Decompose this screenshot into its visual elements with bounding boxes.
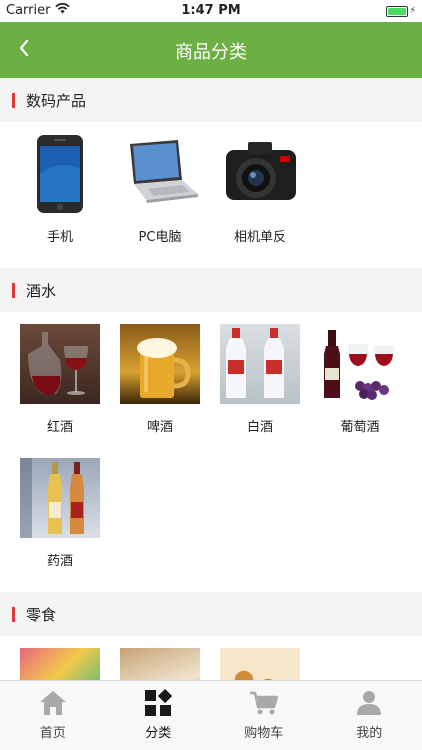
- category-list[interactable]: 数码产品 手机 PC电脑 相机单反 酒水 红酒 啤酒 白酒 葡萄酒 药酒 零食: [0, 78, 422, 680]
- grape-wine-image: [320, 324, 400, 404]
- section-header-snacks: 零食: [0, 592, 422, 636]
- medicinal-wine-image: [20, 458, 100, 538]
- battery-fill: [388, 7, 406, 15]
- section-grid-drinks: 红酒 啤酒 白酒 葡萄酒 药酒: [0, 312, 422, 592]
- category-item-medicinal-wine[interactable]: 药酒: [20, 458, 120, 592]
- candy-image: [20, 648, 100, 680]
- category-icon: [143, 688, 173, 718]
- category-label: PC电脑: [138, 230, 182, 245]
- category-item-pc[interactable]: PC电脑: [120, 134, 220, 268]
- category-label: 红酒: [46, 420, 73, 435]
- section-accent-bar: [12, 606, 15, 622]
- status-bar: Carrier 1:47 PM ⚡: [0, 0, 422, 22]
- laptop-image: [120, 134, 200, 214]
- category-item-red-wine[interactable]: 红酒: [20, 324, 120, 458]
- phone-image: [20, 134, 100, 214]
- section-title: 数码产品: [26, 91, 87, 110]
- user-icon: [354, 688, 384, 718]
- section-title: 酒水: [26, 281, 57, 300]
- section-title: 零食: [26, 605, 57, 624]
- category-item-snack-candy[interactable]: [20, 648, 120, 680]
- section-grid-snacks: [0, 636, 422, 680]
- category-item-snack-cake[interactable]: [120, 648, 220, 680]
- category-label: 啤酒: [146, 420, 173, 435]
- tab-profile[interactable]: 我的: [317, 681, 422, 750]
- charging-bolt-icon: ⚡: [409, 6, 416, 16]
- section-grid-digital: 手机 PC电脑 相机单反: [0, 122, 422, 268]
- camera-image: [220, 134, 300, 214]
- tab-label: 分类: [145, 726, 172, 741]
- battery-icon: ⚡: [386, 5, 416, 17]
- section-accent-bar: [12, 282, 15, 298]
- baijiu-image: [220, 324, 300, 404]
- page-title: 商品分类: [175, 42, 247, 63]
- section-header-digital: 数码产品: [0, 78, 422, 122]
- cart-icon: [249, 688, 279, 718]
- category-label: 手机: [46, 230, 73, 245]
- category-item-grape-wine[interactable]: 葡萄酒: [320, 324, 420, 458]
- cake-image: [120, 648, 200, 680]
- section-header-drinks: 酒水: [0, 268, 422, 312]
- status-time: 1:47 PM: [181, 3, 241, 18]
- tab-label: 我的: [356, 726, 383, 741]
- category-item-beer[interactable]: 啤酒: [120, 324, 220, 458]
- tab-label: 购物车: [244, 726, 284, 741]
- category-label: 药酒: [46, 554, 73, 569]
- tab-label: 首页: [39, 726, 66, 741]
- category-label: 白酒: [246, 420, 273, 435]
- category-label: 相机单反: [233, 230, 286, 245]
- red-wine-image: [20, 324, 100, 404]
- tab-category[interactable]: 分类: [106, 681, 212, 750]
- tab-cart[interactable]: 购物车: [211, 681, 317, 750]
- home-icon: [38, 688, 68, 718]
- tab-home[interactable]: 首页: [0, 681, 106, 750]
- section-accent-bar: [12, 92, 15, 108]
- category-label: 葡萄酒: [340, 420, 380, 435]
- category-item-phone[interactable]: 手机: [20, 134, 120, 268]
- category-item-baijiu[interactable]: 白酒: [220, 324, 320, 458]
- category-item-camera[interactable]: 相机单反: [220, 134, 320, 268]
- beer-image: [120, 324, 200, 404]
- nav-bar: 商品分类: [0, 22, 422, 78]
- category-item-snack-cookies[interactable]: [220, 648, 320, 680]
- cookies-image: [220, 648, 300, 680]
- tab-bar: 首页 分类 购物车 我的: [0, 680, 422, 750]
